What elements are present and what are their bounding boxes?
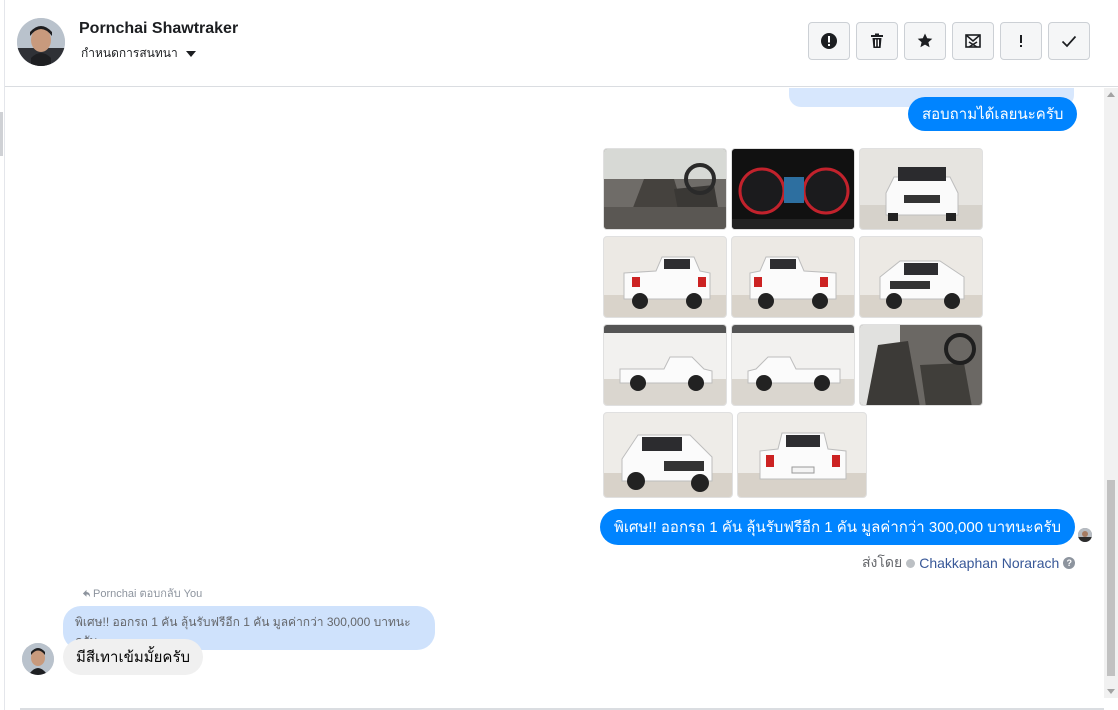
scroll-up-icon[interactable] [1107, 92, 1115, 97]
photo-interior-seat-2[interactable] [859, 324, 983, 406]
conversation-header: Pornchai Shawtraker กำหนดการสนทนา [5, 0, 1118, 87]
car-interior-image [604, 149, 726, 229]
verified-dot-icon [906, 558, 916, 568]
photo-truck-rear-right[interactable] [731, 236, 855, 318]
contact-avatar[interactable] [17, 18, 65, 66]
mark-unread-button[interactable] [952, 22, 994, 60]
photo-truck-side-right[interactable] [731, 324, 855, 406]
truck-image [604, 325, 726, 405]
reply-arrow-icon [82, 589, 91, 597]
photo-truck-rear-left[interactable] [603, 236, 727, 318]
photo-truck-side-left[interactable] [603, 324, 727, 406]
delete-button[interactable] [856, 22, 898, 60]
conversation-settings-dropdown[interactable]: กำหนดการสนทนา [81, 44, 196, 63]
trash-icon [871, 33, 883, 48]
panel-resize-handle[interactable] [0, 112, 3, 156]
sent-by-label: ส่งโดย [862, 554, 903, 570]
message-thread: สอบถามได้เลยนะครับ พิเศษ!! ออกรถ 1 คัน ล… [5, 88, 1104, 708]
scrollbar-thumb[interactable] [1107, 480, 1115, 676]
photo-dashboard-gauges[interactable] [731, 148, 855, 230]
photo-truck-front[interactable] [859, 148, 983, 230]
star-button[interactable] [904, 22, 946, 60]
outgoing-message-bubble[interactable]: สอบถามได้เลยนะครับ [908, 97, 1078, 131]
mark-spam-button[interactable] [808, 22, 850, 60]
truck-image [604, 413, 732, 497]
check-icon [1061, 35, 1077, 48]
scroll-down-icon[interactable] [1107, 689, 1115, 694]
incoming-message-bubble[interactable]: มีสีเทาเข้มมั้ยครับ [63, 639, 204, 675]
reply-meta-text: Pornchai ตอบกลับ You [93, 588, 203, 600]
photo-truck-rear-2[interactable] [737, 412, 867, 498]
photo-truck-front-2[interactable] [603, 412, 733, 498]
seen-avatar [1078, 528, 1092, 542]
photo-truck-front-angle[interactable] [859, 236, 983, 318]
car-interior-image [860, 325, 982, 405]
thread-scrollbar[interactable] [1104, 88, 1118, 698]
conversation-settings-label: กำหนดการสนทนา [81, 46, 178, 60]
reply-meta: Pornchai ตอบกลับ You [82, 584, 202, 602]
contact-avatar-small[interactable] [22, 643, 54, 675]
sent-by-info: ส่งโดย Chakkaphan Norarach ? [862, 552, 1076, 574]
contact-name[interactable]: Pornchai Shawtraker [79, 20, 238, 38]
truck-image [860, 237, 982, 317]
dashboard-image [732, 149, 854, 229]
truck-image [732, 325, 854, 405]
alert-circle-icon [821, 33, 837, 49]
caret-down-icon [185, 50, 196, 57]
exclamation-icon [1020, 35, 1022, 47]
report-button[interactable] [1000, 22, 1042, 60]
outgoing-promo-message-bubble[interactable]: พิเศษ!! ออกรถ 1 คัน ลุ้นรับฟรีอีก 1 คัน … [600, 509, 1075, 545]
truck-image [738, 413, 866, 497]
sender-name-link[interactable]: Chakkaphan Norarach [919, 555, 1059, 571]
mail-x-icon [965, 34, 981, 48]
truck-image [604, 237, 726, 317]
photo-interior-seat[interactable] [603, 148, 727, 230]
conversation-toolbar [808, 22, 1090, 60]
truck-image [860, 149, 982, 229]
star-icon [917, 33, 933, 48]
mark-done-button[interactable] [1048, 22, 1090, 60]
help-icon[interactable]: ? [1063, 557, 1076, 569]
truck-image [732, 237, 854, 317]
